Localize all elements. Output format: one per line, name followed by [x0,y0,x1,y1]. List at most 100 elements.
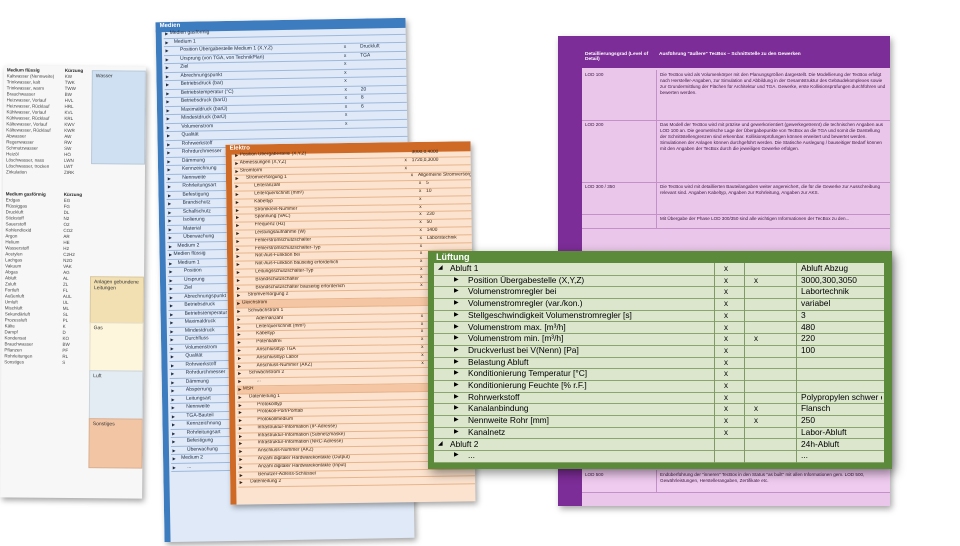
row-value: 24h-Abluft [801,438,840,449]
check-mark [320,27,350,35]
check-mark: x [421,337,424,343]
lod-row: LOD 200 Das Modell der TecBox wird mit p… [582,120,890,183]
check-mark: x [724,427,728,437]
check-mark: x [343,60,347,67]
row-value: Druckluft [359,43,380,50]
check-mark: x [754,334,758,344]
row-value: 8 [360,94,364,101]
row-value: Abluft Abzug [801,263,849,273]
collapse-triangle-icon[interactable]: ◢ [438,263,443,275]
row-label: Position Übergabestelle (X,Y,Z) [468,274,585,285]
check-mark: x [419,259,423,265]
expand-triangle-icon[interactable]: ▶ [454,286,459,298]
check-mark: x [343,52,347,59]
row-value: 100 [801,344,815,355]
collapse-triangle-icon[interactable]: ◢ [438,439,443,451]
expand-triangle-icon[interactable]: ▶ [454,450,459,462]
check-mark: x [724,275,728,285]
check-mark: x [420,321,424,327]
check-mark: x [420,313,424,319]
row-label: Konditionierung Temperatur [°C] [468,368,588,379]
check-mark: x [344,77,347,84]
row-value: 50 [426,220,432,226]
expand-triangle-icon[interactable]: ▶ [454,380,459,392]
expand-triangle-icon[interactable]: ▶ [454,275,459,287]
expand-triangle-icon[interactable]: ▶ [454,392,459,404]
row-label: Datenleitung 2 [250,479,282,485]
medium-name: Sonstiges [4,359,25,365]
row-value: 3000,0,4000 [411,149,439,156]
row-label: Volumenstromregler bei [468,286,557,297]
check-mark: x [404,157,407,164]
medium-name: Zirkulation [5,169,27,175]
medium-code: ZIRK [63,169,75,176]
expand-triangle-icon[interactable]: ▶ [454,322,459,334]
check-mark: x [754,416,758,426]
check-mark [418,470,430,477]
row-value: Labor-Abluft [801,426,847,437]
check-mark: x [724,381,728,390]
check-mark: x [724,264,728,273]
check-mark [331,129,361,137]
check-mark [403,384,415,391]
check-mark: x [418,188,422,195]
row-value: ... [801,450,808,461]
expand-triangle-icon[interactable]: ▶ [454,357,459,369]
row-label: Abluft 1 [450,263,479,273]
row-value: 1400 [426,227,438,233]
expand-triangle-icon[interactable]: ▶ [454,403,459,415]
check-mark: x [420,266,423,272]
row-value: 5 [426,181,429,187]
column-divider [744,263,745,463]
row-label: Volumenstromregler (var./kon.) [468,298,583,309]
column-divider [714,263,715,463]
row-label: Konditionierung Feuchte [% r.F.] [468,380,587,390]
lod-col-description: Ausführung "äußere" TecBox – Schnittstel… [659,52,801,57]
expand-triangle-icon[interactable]: ▶ [454,368,459,380]
row-label: Volumenstrom min. [m³/h] [468,333,564,344]
check-mark: x [343,43,347,50]
check-mark: x [724,404,728,414]
lod-row: LOD 100 Die TecBox wird als Volumenkörpe… [582,70,890,121]
row-label: Kanalnetz [468,426,506,437]
check-mark: x [724,369,728,379]
expand-triangle-icon[interactable]: ▶ [454,333,459,345]
check-mark: x [344,69,347,76]
check-mark: x [419,212,422,218]
row-value: Polypropylen schwer entflammbar [801,391,882,402]
row-label: Kanalanbindung [468,403,529,414]
column-divider [796,263,797,463]
check-mark: x [344,120,348,127]
row-value: 20 [360,86,367,93]
check-mark: x [420,329,424,335]
side-label-gas: Gas [89,322,144,373]
check-mark [410,477,422,484]
ventilation-sheet-title: Lüftung [436,252,470,262]
table-row: ▶...... [434,450,884,463]
row-value: TGA [360,51,371,59]
row-label: Druckverlust bei V(Nenn) [Pa] [468,344,579,355]
row-value: 6 [360,103,364,110]
check-mark [409,392,421,399]
row-value: 480 [801,321,815,332]
check-mark: x [410,173,414,179]
side-label-water: Wasser [91,70,146,165]
check-mark: x [724,345,728,355]
lod-column-headers: Detaillierungsgrad (Level of Detail) Aus… [582,50,890,68]
check-mark: x [344,103,348,110]
expand-triangle-icon[interactable]: ▶ [454,310,459,322]
expand-triangle-icon[interactable]: ▶ [454,345,459,357]
row-value: Labortechnik [801,286,849,297]
check-mark: x [420,282,423,288]
expand-triangle-icon[interactable]: ▶ [454,298,459,310]
row-value: 220 [801,333,815,344]
row-label: ... [468,450,475,461]
side-label-bound: Anlagen gebundene Leitungen [89,276,145,325]
expand-triangle-icon[interactable]: ▶ [454,415,459,427]
check-mark: x [419,243,423,249]
expand-triangle-icon[interactable]: ▶ [454,427,459,439]
check-mark: x [419,196,422,202]
check-mark: x [419,220,422,226]
check-mark: x [344,94,348,101]
check-mark: x [420,274,423,280]
